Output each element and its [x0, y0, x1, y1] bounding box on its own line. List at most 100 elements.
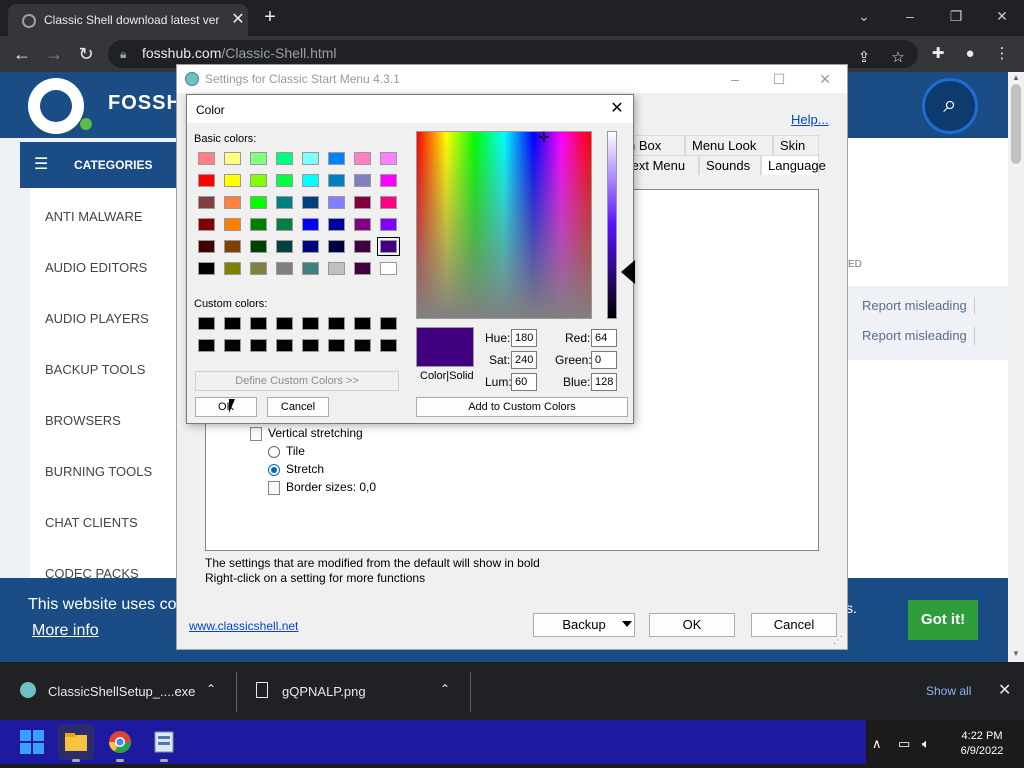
- sidebar-item-chat-clients[interactable]: CHAT CLIENTS: [45, 515, 175, 533]
- download-bar-close-icon[interactable]: ✕: [998, 680, 1011, 700]
- luminance-bar[interactable]: [607, 131, 617, 319]
- basic-color-swatch[interactable]: [328, 174, 345, 187]
- download-item-exe[interactable]: ClassicShellSetup_....exe ⌃: [12, 674, 232, 710]
- basic-color-swatch[interactable]: [198, 174, 215, 187]
- download-options-chevron-icon[interactable]: ⌃: [206, 682, 216, 696]
- basic-color-swatch[interactable]: [302, 262, 319, 275]
- browser-tab-active[interactable]: Classic Shell download latest ver ✕: [8, 4, 248, 36]
- sidebar-item-anti-malware[interactable]: ANTI MALWARE: [45, 209, 175, 227]
- help-link[interactable]: Help...: [791, 112, 829, 127]
- basic-color-swatch[interactable]: [224, 152, 241, 165]
- basic-color-swatch[interactable]: [224, 174, 241, 187]
- restore-icon[interactable]: ❐: [942, 4, 970, 28]
- report-misleading-link[interactable]: Report misleading: [862, 328, 967, 343]
- settings-close-icon[interactable]: ✕: [805, 67, 845, 91]
- basic-color-swatch[interactable]: [198, 218, 215, 231]
- custom-color-swatch[interactable]: [302, 317, 319, 330]
- tab-skin[interactable]: Skin: [773, 135, 819, 155]
- sidebar-item-burning-tools[interactable]: BURNING TOOLS: [45, 464, 175, 482]
- new-tab-icon[interactable]: +: [258, 6, 282, 30]
- hamburger-icon[interactable]: ☰: [34, 157, 58, 173]
- settings-cancel-button[interactable]: Cancel: [751, 613, 837, 637]
- resize-grip-icon[interactable]: ⋰: [833, 635, 845, 647]
- basic-color-swatch[interactable]: [224, 218, 241, 231]
- url-text[interactable]: fosshub.com/Classic-Shell.html: [142, 45, 337, 63]
- tab-language[interactable]: Language: [761, 155, 826, 175]
- settings-maximize-icon[interactable]: ☐: [759, 67, 799, 91]
- got-it-button[interactable]: Got it!: [908, 600, 978, 640]
- extensions-icon[interactable]: ✚: [926, 42, 950, 66]
- basic-color-swatch[interactable]: [224, 196, 241, 209]
- hue-field[interactable]: 180: [511, 329, 537, 347]
- star-icon[interactable]: ☆: [886, 46, 910, 70]
- custom-color-swatch[interactable]: [380, 339, 397, 352]
- basic-color-swatch[interactable]: [250, 218, 267, 231]
- profile-icon[interactable]: ●: [958, 42, 982, 66]
- basic-color-swatch[interactable]: [302, 174, 319, 187]
- color-spectrum[interactable]: [416, 131, 592, 319]
- color-dialog-titlebar[interactable]: Color ✕: [187, 95, 633, 123]
- tab-sounds[interactable]: Sounds: [699, 155, 761, 175]
- tree-item-tile[interactable]: Tile: [268, 442, 305, 460]
- basic-color-swatch[interactable]: [328, 152, 345, 165]
- site-search-icon[interactable]: ⌕: [922, 78, 978, 134]
- basic-color-swatch[interactable]: [328, 240, 345, 253]
- basic-color-swatch[interactable]: [276, 218, 293, 231]
- lock-icon[interactable]: 🔒︎: [120, 46, 134, 62]
- custom-color-swatch[interactable]: [198, 317, 215, 330]
- settings-ok-button[interactable]: OK: [649, 613, 735, 637]
- basic-color-swatch[interactable]: [380, 174, 397, 187]
- custom-color-swatch[interactable]: [328, 317, 345, 330]
- add-to-custom-colors-button[interactable]: Add to Custom Colors: [416, 397, 628, 417]
- basic-color-swatch[interactable]: [302, 196, 319, 209]
- lum-field[interactable]: 60: [511, 373, 537, 391]
- define-custom-colors-button[interactable]: Define Custom Colors >>: [195, 371, 399, 391]
- basic-color-swatch[interactable]: [354, 262, 371, 275]
- sidebar-item-backup-tools[interactable]: BACKUP TOOLS: [45, 362, 175, 380]
- color-cancel-button[interactable]: Cancel: [267, 397, 329, 417]
- basic-color-swatch[interactable]: [250, 152, 267, 165]
- close-window-icon[interactable]: ✕: [988, 4, 1016, 28]
- windows-start-icon[interactable]: [14, 724, 50, 760]
- basic-color-swatch[interactable]: [354, 218, 371, 231]
- scrollbar-thumb[interactable]: [1011, 84, 1021, 164]
- report-misleading-link[interactable]: Report misleading: [862, 298, 967, 313]
- basic-color-swatch[interactable]: [380, 152, 397, 165]
- kebab-menu-icon[interactable]: ⋮: [990, 42, 1014, 66]
- radio-tile[interactable]: [268, 445, 280, 458]
- basic-color-swatch[interactable]: [354, 196, 371, 209]
- sat-field[interactable]: 240: [511, 351, 537, 369]
- tree-item-vertical-stretching[interactable]: Vertical stretching: [250, 424, 363, 442]
- basic-color-swatch[interactable]: [250, 174, 267, 187]
- basic-color-swatch[interactable]: [354, 174, 371, 187]
- custom-color-swatch[interactable]: [354, 339, 371, 352]
- minimize-icon[interactable]: –: [896, 4, 924, 28]
- basic-color-swatch[interactable]: [276, 152, 293, 165]
- basic-color-swatch[interactable]: [328, 196, 345, 209]
- basic-color-swatch[interactable]: [276, 240, 293, 253]
- settings-minimize-icon[interactable]: –: [715, 67, 755, 91]
- show-all-downloads-link[interactable]: Show all: [926, 684, 971, 698]
- basic-color-swatch[interactable]: [276, 262, 293, 275]
- basic-color-swatch[interactable]: [328, 262, 345, 275]
- scroll-down-arrow-icon[interactable]: ▼: [1008, 648, 1024, 660]
- tree-item-stretch[interactable]: Stretch: [268, 460, 324, 478]
- categories-bar[interactable]: ☰ CATEGORIES: [20, 142, 180, 188]
- custom-color-swatch[interactable]: [224, 317, 241, 330]
- sidebar-item-audio-players[interactable]: AUDIO PLAYERS: [45, 311, 175, 329]
- forward-arrow-icon[interactable]: →: [42, 42, 66, 66]
- custom-color-swatch[interactable]: [250, 339, 267, 352]
- download-options-chevron-icon[interactable]: ⌃: [440, 682, 450, 696]
- basic-color-swatch[interactable]: [380, 196, 397, 209]
- tree-item-border-sizes[interactable]: Border sizes: 0,0: [268, 478, 376, 496]
- basic-color-swatch[interactable]: [198, 152, 215, 165]
- taskbar-clock[interactable]: 4:22 PM 6/9/2022: [956, 729, 1008, 759]
- custom-color-swatch[interactable]: [250, 317, 267, 330]
- basic-color-swatch[interactable]: [198, 240, 215, 253]
- cookie-more-info-link[interactable]: More info: [32, 622, 99, 640]
- basic-color-swatch[interactable]: [328, 218, 345, 231]
- basic-color-swatch[interactable]: [198, 262, 215, 275]
- color-dialog-close-icon[interactable]: ✕: [603, 97, 631, 121]
- basic-color-swatch[interactable]: [224, 262, 241, 275]
- network-icon[interactable]: ▭: [898, 736, 910, 752]
